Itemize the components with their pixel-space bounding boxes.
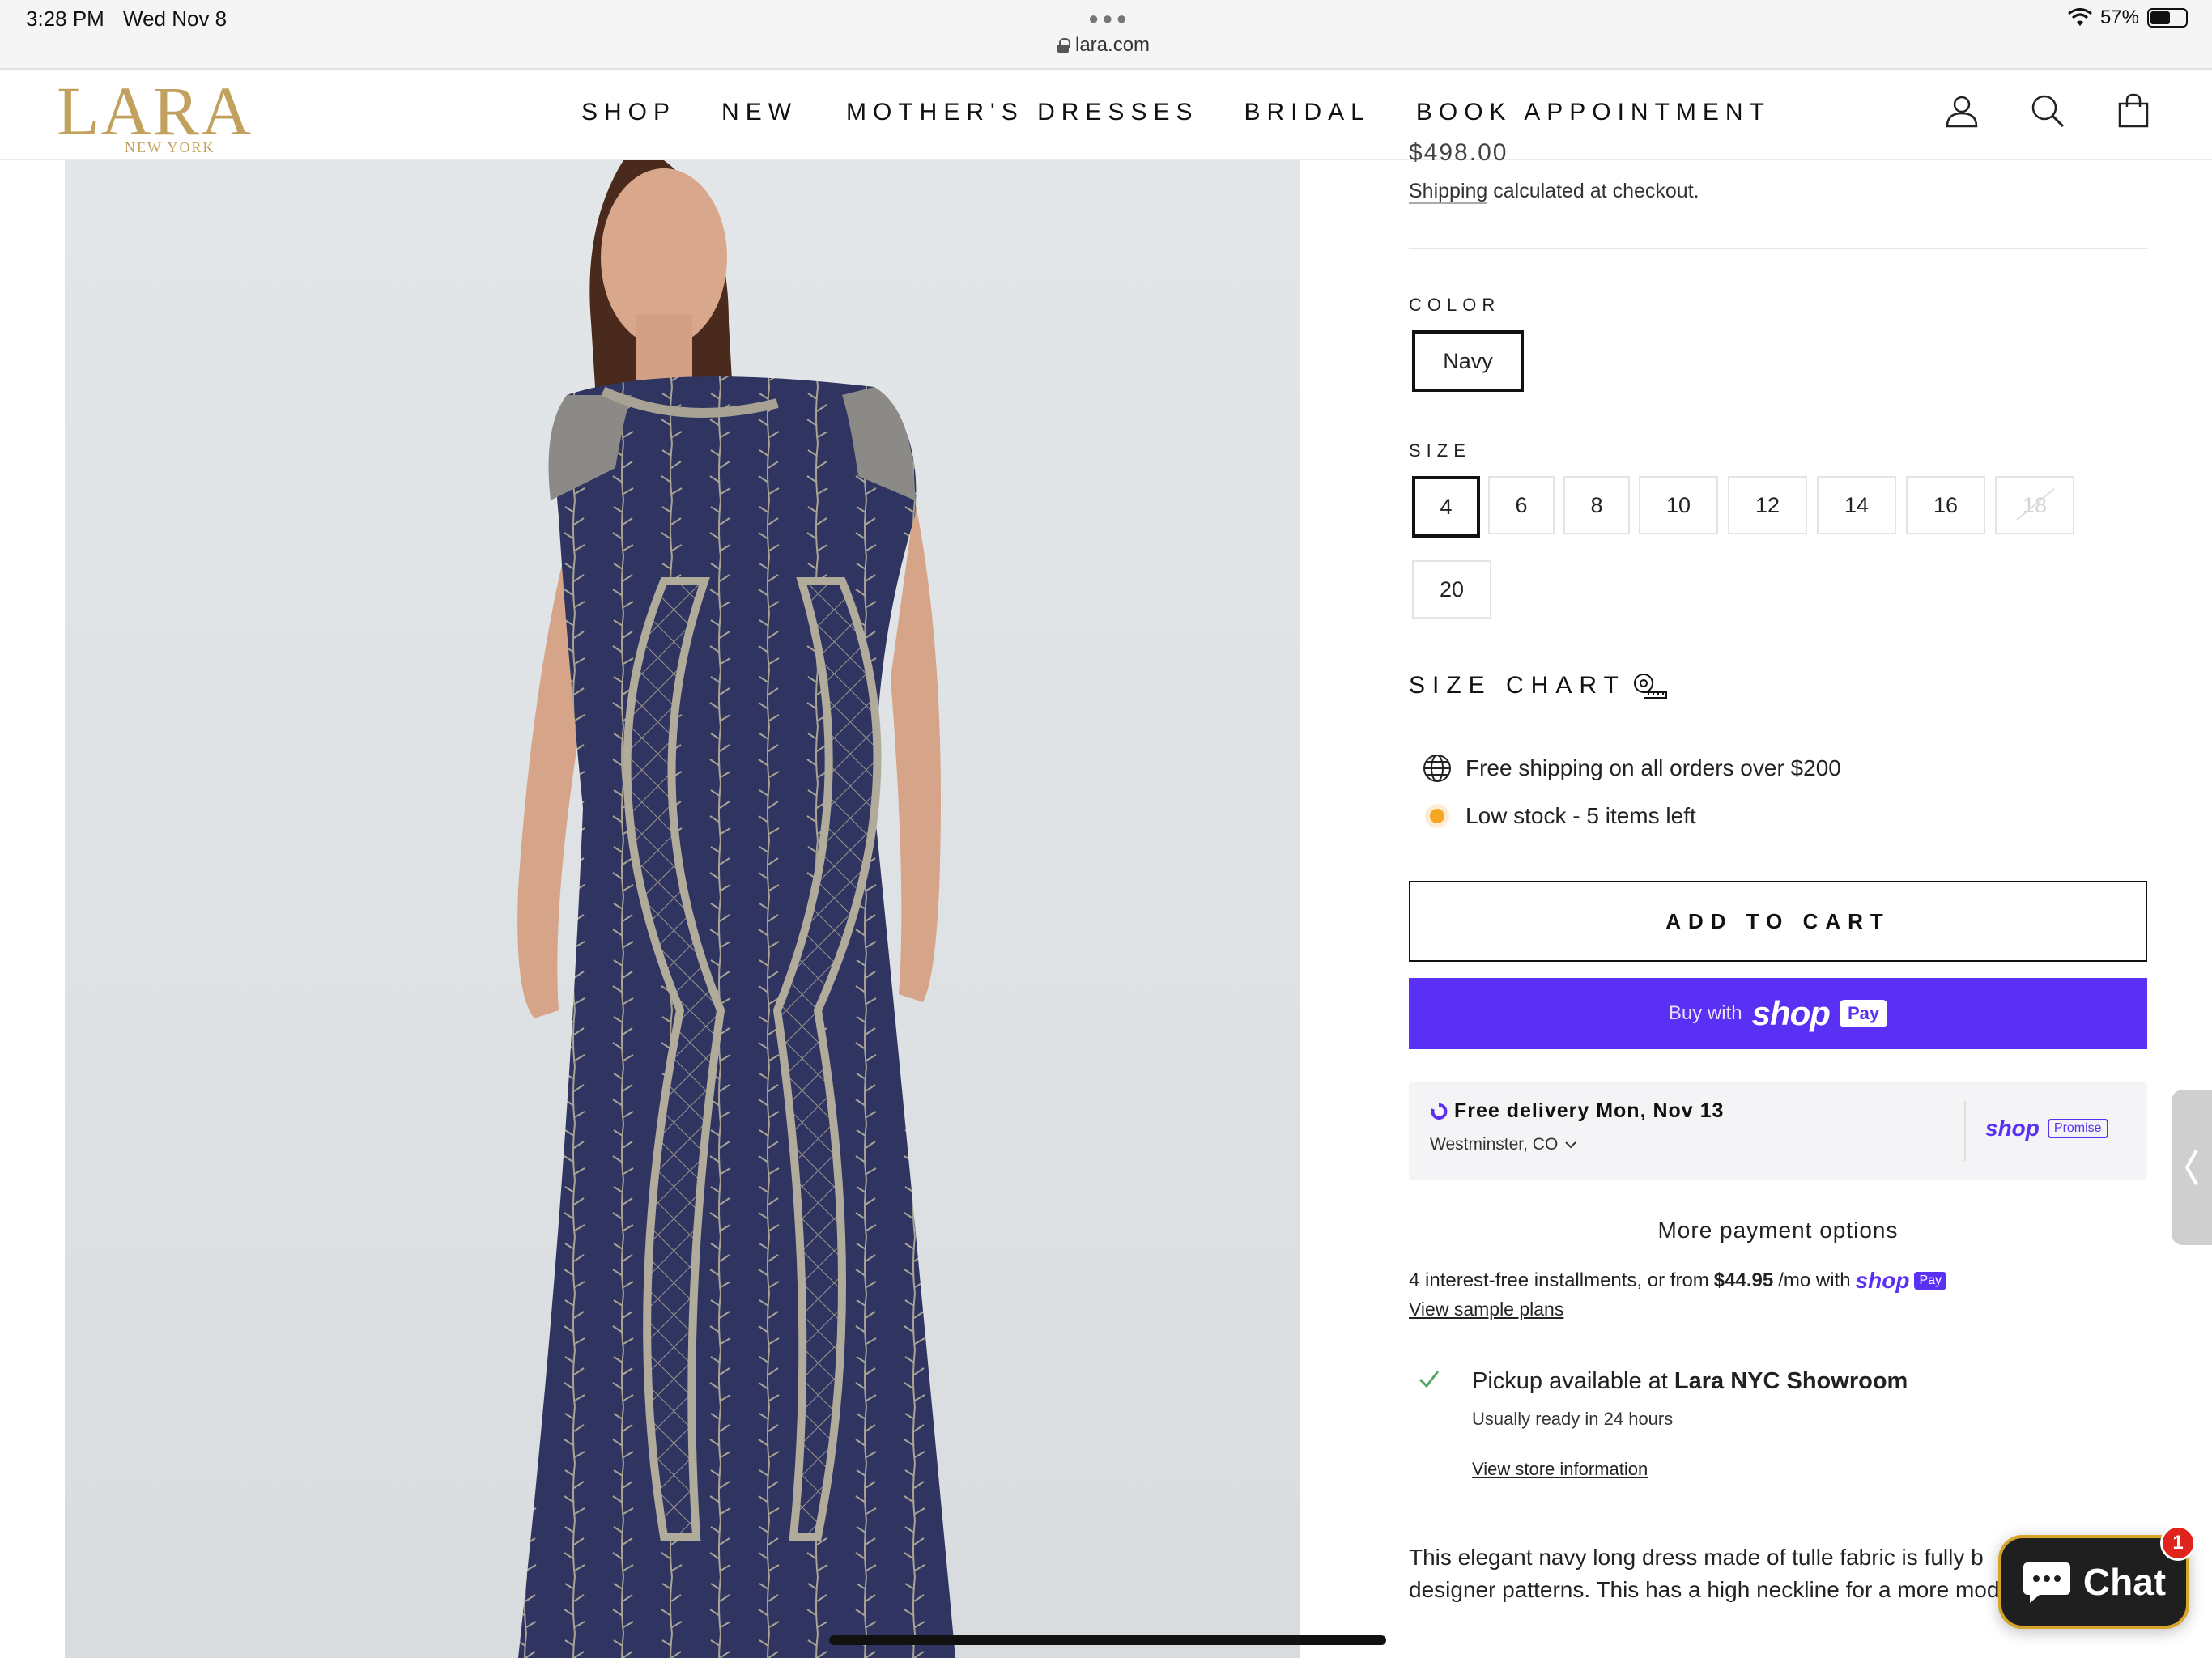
size-option-4[interactable]: 4 (1412, 476, 1480, 538)
chat-notification-badge: 1 (2160, 1525, 2196, 1561)
home-indicator[interactable] (829, 1635, 1386, 1645)
size-option-16[interactable]: 16 (1906, 476, 1985, 534)
logo[interactable]: LARA NEW YORK (57, 76, 283, 157)
status-bar: 3:28 PM Wed Nov 8 ●●● lara.com 57% (0, 0, 2212, 70)
logo-subtitle: NEW YORK (125, 139, 215, 155)
free-shipping-row: Free shipping on all orders over $200 (1409, 753, 1841, 784)
product-price: $498.00 (1409, 139, 1508, 166)
description-line-1: This elegant navy long dress made of tul… (1409, 1545, 1984, 1570)
pickup-text: Pickup available at (1472, 1368, 1668, 1394)
header-icons (1943, 92, 2152, 130)
site-header: LARA NEW YORK SHOP NEW MOTHER'S DRESSES … (0, 70, 2212, 160)
checkmark-icon (1419, 1371, 1440, 1388)
buy-with-shop-pay-button[interactable]: Buy with shop Pay (1409, 978, 2147, 1049)
divider (1409, 248, 2147, 249)
view-store-information-link[interactable]: View store information (1472, 1459, 1648, 1480)
battery-icon (2147, 8, 2188, 28)
url-text: lara.com (1075, 34, 1151, 56)
side-drawer-tab[interactable] (2172, 1090, 2212, 1245)
chevron-down-icon (1565, 1141, 1577, 1149)
shop-pay-logo: shop (1751, 994, 1831, 1032)
delivery-location-text: Westminster, CO (1430, 1135, 1559, 1154)
pay-pill: Pay (1839, 1000, 1888, 1027)
logo-wordmark: LARA (57, 72, 253, 150)
product-image[interactable] (65, 160, 1300, 1658)
chat-label: Chat (2082, 1561, 2167, 1603)
shipping-note: Shipping calculated at checkout. (1409, 180, 1699, 204)
pickup-availability: Pickup available at Lara NYC Showroom (1472, 1368, 1908, 1395)
nav-new[interactable]: NEW (721, 99, 798, 126)
size-option-14[interactable]: 14 (1817, 476, 1896, 534)
nav-book-appointment[interactable]: BOOK APPOINTMENT (1416, 99, 1771, 126)
promise-pill: Promise (2047, 1119, 2108, 1138)
pay-badge: Pay (1914, 1272, 1947, 1290)
low-stock-dot-icon (1430, 809, 1444, 823)
delivery-line: Free delivery Mon, Nov 13 (1430, 1099, 1724, 1123)
installments-text: 4 interest-free installments, or from (1409, 1269, 1709, 1291)
pickup-ready-time: Usually ready in 24 hours (1472, 1409, 1674, 1429)
lock-icon (1057, 38, 1070, 53)
status-date: Wed Nov 8 (123, 6, 228, 31)
delivery-location[interactable]: Westminster, CO (1430, 1135, 1577, 1154)
low-stock-row: Low stock - 5 items left (1409, 803, 1696, 829)
cart-icon[interactable] (2115, 92, 2152, 130)
size-option-18-unavailable[interactable]: 18 (1995, 476, 2074, 534)
installments-amount: $44.95 (1713, 1269, 1774, 1291)
measuring-tape-icon (1633, 674, 1667, 699)
nav-mothers-dresses[interactable]: MOTHER'S DRESSES (846, 99, 1198, 126)
size-option-8[interactable]: 8 (1563, 476, 1630, 534)
product-description: This elegant navy long dress made of tul… (1409, 1541, 2024, 1606)
add-to-cart-button[interactable]: ADD TO CART (1409, 881, 2147, 962)
promise-divider (1964, 1101, 1966, 1161)
account-icon[interactable] (1943, 92, 1980, 130)
installments-row: 4 interest-free installments, or from $4… (1409, 1268, 1947, 1294)
globe-icon (1423, 755, 1451, 782)
view-sample-plans-link[interactable]: View sample plans (1409, 1299, 1563, 1320)
shipping-link[interactable]: Shipping (1409, 180, 1488, 204)
color-swatch-navy[interactable]: Navy (1412, 330, 1524, 392)
color-label: COLOR (1409, 295, 1501, 315)
size-option-6[interactable]: 6 (1488, 476, 1555, 534)
more-payment-options-link[interactable]: More payment options (1409, 1218, 2147, 1244)
size-option-12[interactable]: 12 (1728, 476, 1807, 534)
shop-promise-badge: shop Promise (1985, 1116, 2108, 1141)
shop-logo: shop (1985, 1116, 2040, 1141)
shop-promise-box[interactable]: Free delivery Mon, Nov 13 Westminster, C… (1409, 1082, 2147, 1180)
search-icon[interactable] (2029, 92, 2066, 130)
size-option-10[interactable]: 10 (1639, 476, 1718, 534)
nav-bridal[interactable]: BRIDAL (1244, 99, 1370, 126)
size-label: SIZE (1409, 440, 1471, 461)
buy-with-label: Buy with (1668, 1002, 1742, 1024)
nav-shop[interactable]: SHOP (581, 99, 676, 126)
size-chart-label: SIZE CHART (1409, 672, 1626, 699)
battery-percent: 57% (2099, 6, 2139, 28)
low-stock-text: Low stock - 5 items left (1465, 803, 1696, 828)
pickup-location: Lara NYC Showroom (1674, 1368, 1908, 1394)
status-time: 3:28 PM (26, 6, 104, 31)
chat-bubble-icon (2023, 1562, 2070, 1603)
main-nav: SHOP NEW MOTHER'S DRESSES BRIDAL BOOK AP… (581, 99, 1816, 126)
delivery-title: Free delivery Mon, Nov 13 (1454, 1099, 1725, 1122)
tab-menu-dots-icon[interactable]: ●●● (1088, 8, 1130, 29)
size-chart-link[interactable]: SIZE CHART (1409, 672, 1670, 699)
chevron-left-icon (2184, 1150, 2198, 1185)
status-indicators: 57% (2068, 6, 2188, 29)
free-shipping-text: Free shipping on all orders over $200 (1465, 755, 1841, 780)
shop-promise-icon (1431, 1103, 1448, 1120)
shop-pay-installments-logo: shop (1855, 1268, 1910, 1293)
shipping-note-text: calculated at checkout. (1487, 180, 1699, 202)
installments-post: /mo with (1778, 1269, 1851, 1291)
size-option-20[interactable]: 20 (1412, 560, 1491, 619)
wifi-icon (2068, 8, 2092, 26)
description-line-2: designer patterns. This has a high neckl… (1409, 1577, 2000, 1602)
dress-model-image (517, 160, 955, 1658)
address-bar[interactable]: lara.com (1057, 34, 1150, 57)
